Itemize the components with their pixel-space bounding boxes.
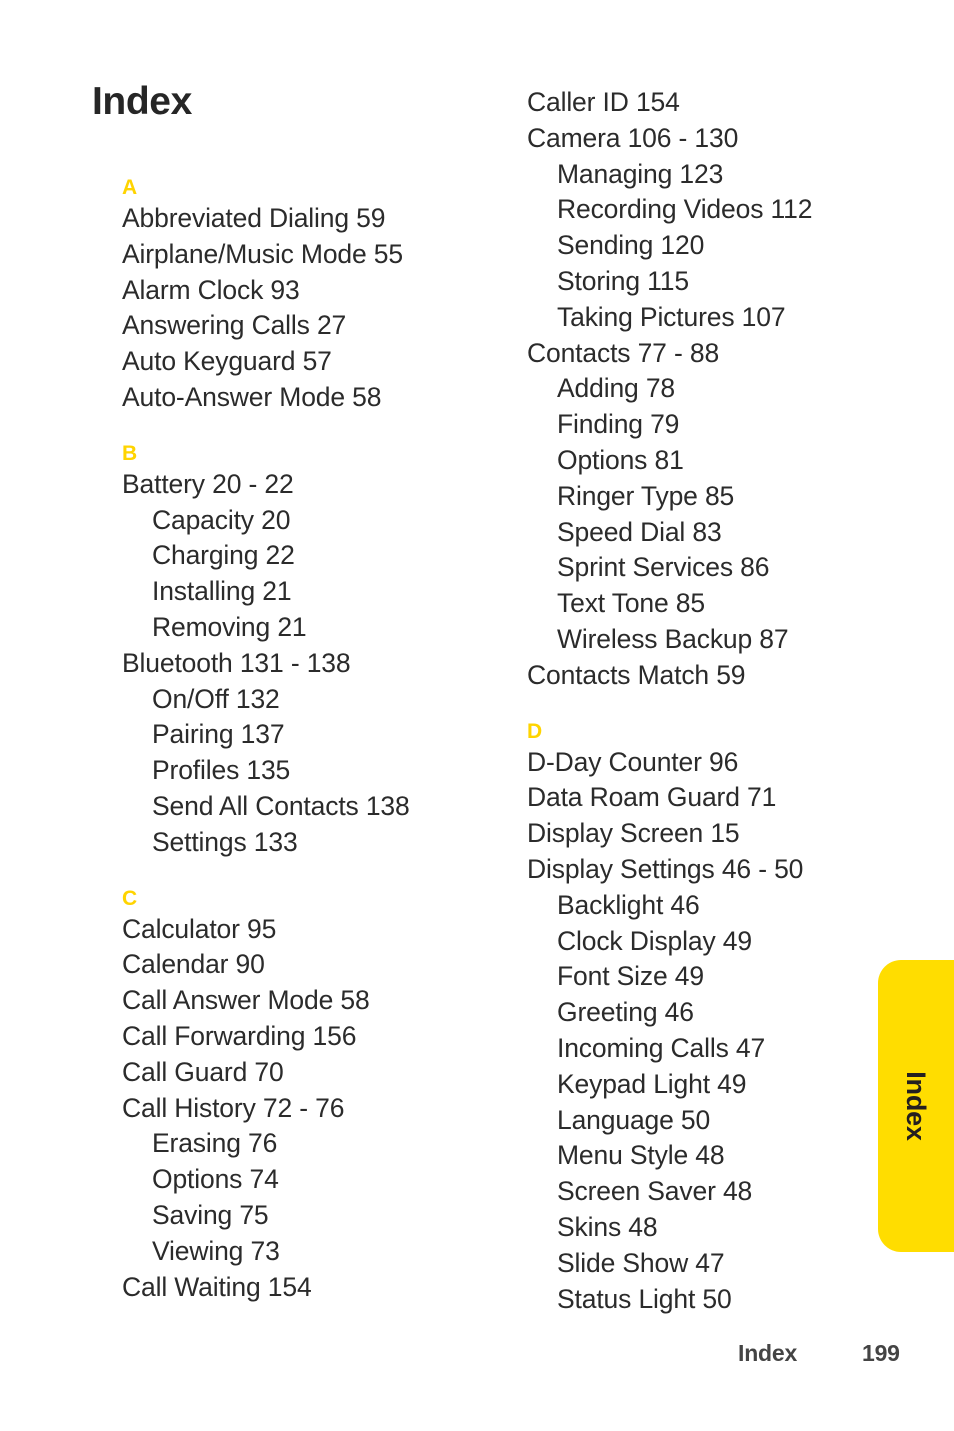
index-entry[interactable]: Options 74 xyxy=(122,1162,522,1198)
index-entry[interactable]: Backlight 46 xyxy=(527,888,927,924)
index-entry[interactable]: Auto-Answer Mode 58 xyxy=(122,380,522,416)
index-entry[interactable]: Finding 79 xyxy=(527,407,927,443)
section-letter: C xyxy=(122,886,138,910)
index-entry[interactable]: Settings 133 xyxy=(122,825,522,861)
index-entry-list: Abbreviated Dialing 59 Airplane/Music Mod… xyxy=(122,201,522,416)
index-entry[interactable]: Airplane/Music Mode 55 xyxy=(122,237,522,273)
index-section: C Calculator 95 Calendar 90 Call Answer Mod… xyxy=(122,886,522,1306)
index-entry[interactable]: Erasing 76 xyxy=(122,1126,522,1162)
index-entry[interactable]: Alarm Clock 93 xyxy=(122,273,522,309)
index-entry[interactable]: Abbreviated Dialing 59 xyxy=(122,201,522,237)
index-entry[interactable]: Text Tone 85 xyxy=(527,586,927,622)
index-entry[interactable]: Storing 115 xyxy=(527,264,927,300)
left-column: A Abbreviated Dialing 59 Airplane/Music Mo… xyxy=(122,0,522,1305)
page-footer: Index 199 xyxy=(0,1340,954,1380)
side-tab-index: Index xyxy=(878,960,954,1252)
index-entry[interactable]: Call History 72 - 76 xyxy=(122,1091,522,1127)
index-entry[interactable]: Screen Saver 48 xyxy=(527,1174,927,1210)
index-entry[interactable]: Call Waiting 154 xyxy=(122,1270,522,1306)
index-entry[interactable]: Auto Keyguard 57 xyxy=(122,344,522,380)
index-entry[interactable]: Calculator 95 xyxy=(122,912,522,948)
index-entry[interactable]: Managing 123 xyxy=(527,157,927,193)
footer-section-label: Index xyxy=(738,1340,798,1366)
index-entry[interactable]: Call Guard 70 xyxy=(122,1055,522,1091)
index-entry[interactable]: Call Answer Mode 58 xyxy=(122,983,522,1019)
index-entry-list: Battery 20 - 22 Capacity 20 Charging 22 Ins… xyxy=(122,467,522,861)
index-entry[interactable]: Answering Calls 27 xyxy=(122,308,522,344)
index-entry-list: Calculator 95 Calendar 90 Call Answer Mode… xyxy=(122,912,522,1306)
index-entry[interactable]: Contacts Match 59 xyxy=(527,658,927,694)
index-entry[interactable]: Slide Show 47 xyxy=(527,1246,927,1282)
right-column-inner: Caller ID 154 Camera 106 - 130 Managing 12… xyxy=(527,0,927,1317)
index-entry[interactable]: Caller ID 154 xyxy=(527,85,927,121)
index-entry[interactable]: Speed Dial 83 xyxy=(527,515,927,551)
index-entry[interactable]: Call Forwarding 156 xyxy=(122,1019,522,1055)
index-entry[interactable]: Adding 78 xyxy=(527,371,927,407)
section-letter: D xyxy=(527,719,543,743)
index-entry[interactable]: Menu Style 48 xyxy=(527,1138,927,1174)
index-entry[interactable]: Font Size 49 xyxy=(527,959,927,995)
index-entry[interactable]: Language 50 xyxy=(527,1103,927,1139)
index-entry[interactable]: Saving 75 xyxy=(122,1198,522,1234)
index-entry-list: Caller ID 154 Camera 106 - 130 Managing 12… xyxy=(527,85,927,694)
index-entry[interactable]: Profiles 135 xyxy=(122,753,522,789)
section-letter: B xyxy=(122,441,138,465)
index-entry[interactable]: Contacts 77 - 88 xyxy=(527,336,927,372)
index-entry[interactable]: Display Screen 15 xyxy=(527,816,927,852)
index-entry[interactable]: Pairing 137 xyxy=(122,717,522,753)
index-entry-list: D-Day Counter 96 Data Roam Guard 71 Displa… xyxy=(527,745,927,1318)
index-entry[interactable]: On/Off 132 xyxy=(122,682,522,718)
index-entry[interactable]: Capacity 20 xyxy=(122,503,522,539)
index-entry[interactable]: Status Light 50 xyxy=(527,1282,927,1318)
side-tab-label: Index xyxy=(901,1071,932,1141)
index-entry[interactable]: Taking Pictures 107 xyxy=(527,300,927,336)
index-entry[interactable]: Removing 21 xyxy=(122,610,522,646)
index-columns: A Abbreviated Dialing 59 Airplane/Music Mo… xyxy=(0,0,954,1431)
index-entry[interactable]: D-Day Counter 96 xyxy=(527,745,927,781)
index-page: Index A Abbreviated Dialing 59 Airplane/Mu… xyxy=(0,0,954,1431)
left-column-inner: A Abbreviated Dialing 59 Airplane/Music Mo… xyxy=(122,0,522,1305)
index-entry[interactable]: Greeting 46 xyxy=(527,995,927,1031)
index-entry[interactable]: Clock Display 49 xyxy=(527,924,927,960)
index-entry[interactable]: Recording Videos 112 xyxy=(527,192,927,228)
index-entry[interactable]: Send All Contacts 138 xyxy=(122,789,522,825)
index-entry[interactable]: Skins 48 xyxy=(527,1210,927,1246)
index-entry[interactable]: Options 81 xyxy=(527,443,927,479)
index-section: D D-Day Counter 96 Data Roam Guard 71 Displ… xyxy=(527,719,927,1318)
index-entry[interactable]: Installing 21 xyxy=(122,574,522,610)
index-entry[interactable]: Sending 120 xyxy=(527,228,927,264)
right-column: Caller ID 154 Camera 106 - 130 Managing 12… xyxy=(527,0,927,1317)
index-entry[interactable]: Sprint Services 86 xyxy=(527,550,927,586)
index-entry[interactable]: Bluetooth 131 - 138 xyxy=(122,646,522,682)
index-section: Caller ID 154 Camera 106 - 130 Managing 12… xyxy=(527,85,927,694)
index-entry[interactable]: Camera 106 - 130 xyxy=(527,121,927,157)
index-entry[interactable]: Incoming Calls 47 xyxy=(527,1031,927,1067)
index-entry[interactable]: Battery 20 - 22 xyxy=(122,467,522,503)
index-section: B Battery 20 - 22 Capacity 20 Charging 22 In… xyxy=(122,441,522,861)
index-entry[interactable]: Viewing 73 xyxy=(122,1234,522,1270)
index-entry[interactable]: Ringer Type 85 xyxy=(527,479,927,515)
index-entry[interactable]: Charging 22 xyxy=(122,538,522,574)
index-section: A Abbreviated Dialing 59 Airplane/Music Mo… xyxy=(122,175,522,416)
index-entry[interactable]: Display Settings 46 - 50 xyxy=(527,852,927,888)
index-entry[interactable]: Keypad Light 49 xyxy=(527,1067,927,1103)
index-entry[interactable]: Calendar 90 xyxy=(122,947,522,983)
section-letter: A xyxy=(122,176,138,199)
index-entry[interactable]: Wireless Backup 87 xyxy=(527,622,927,658)
index-entry[interactable]: Data Roam Guard 71 xyxy=(527,780,927,816)
footer-page-number: 199 xyxy=(862,1340,900,1366)
